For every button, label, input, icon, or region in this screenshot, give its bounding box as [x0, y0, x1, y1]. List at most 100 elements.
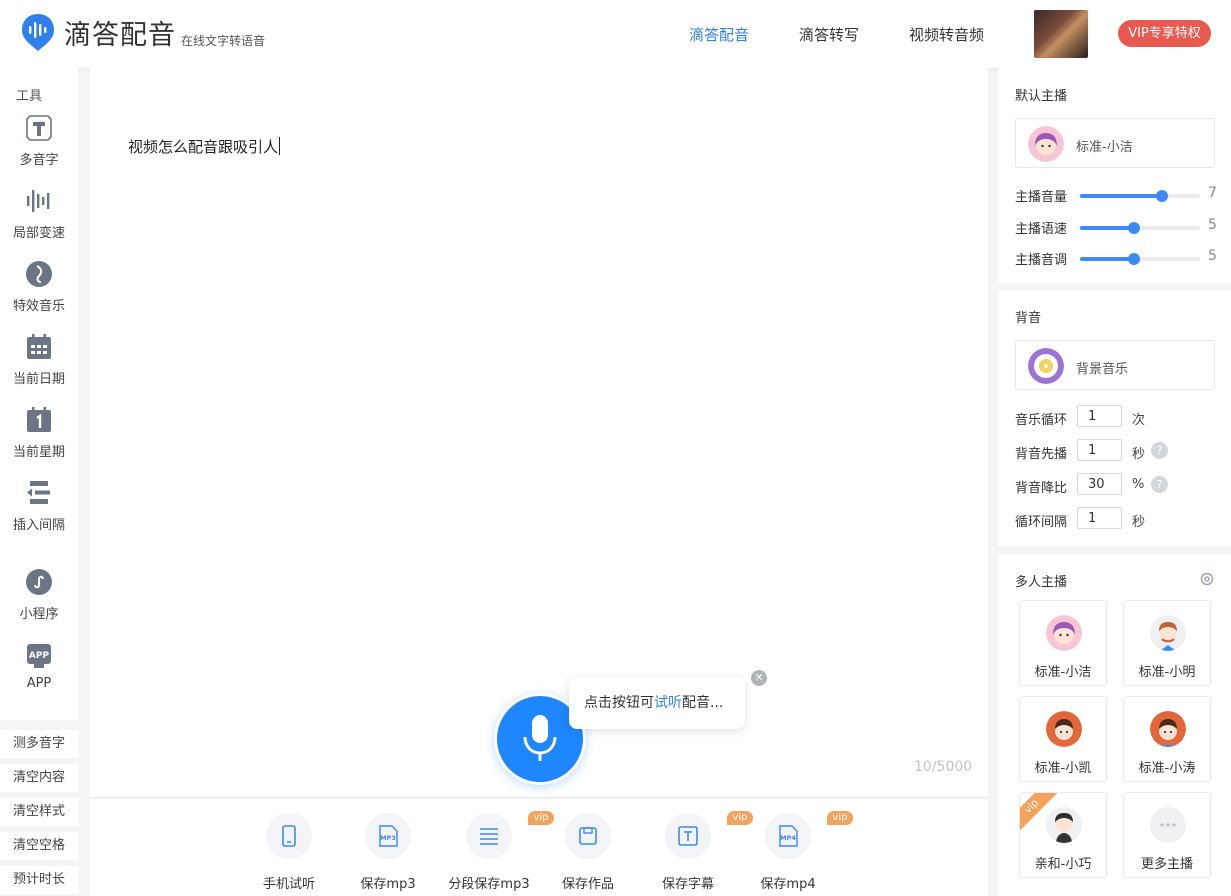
music-loop-row: 音乐循环 次 — [1015, 405, 1215, 429]
subtitle-icon — [678, 826, 698, 846]
row-unit: 秒 — [1132, 447, 1146, 462]
loop-interval-input[interactable] — [1077, 507, 1122, 529]
row-label: 循环间隔 — [1015, 515, 1068, 530]
anchor-card-xiaotao[interactable]: 标准-小涛 — [1123, 696, 1211, 782]
gear-icon[interactable] — [1199, 571, 1215, 587]
slider-value: 5 — [1208, 217, 1217, 233]
toolbar-label: 保存mp3 — [360, 877, 416, 892]
toolbar-label: 手机试听 — [262, 877, 315, 892]
tool-app[interactable]: APP APP — [0, 640, 78, 691]
tools-title: 工具 — [16, 89, 43, 104]
text-editor[interactable]: 视频怎么配音跟吸引人 10/5000 点击按钮可试听配音... ✕ — [90, 68, 988, 796]
nav-dubbing[interactable]: 滴答配音 — [689, 24, 749, 45]
music-loop-input[interactable] — [1077, 405, 1122, 427]
tool-label: 当前日期 — [12, 372, 65, 387]
clear-spaces-button[interactable]: 清空空格 — [0, 832, 78, 860]
toolbar-label: 保存字幕 — [661, 877, 714, 892]
more-icon — [1150, 807, 1186, 843]
svg-text:MP3: MP3 — [380, 834, 396, 842]
user-avatar[interactable] — [1034, 10, 1088, 58]
anchor-name: 标准-小洁 — [1076, 140, 1133, 155]
volume-ratio-input[interactable] — [1077, 473, 1122, 495]
row-unit: 次 — [1132, 413, 1146, 428]
toolbar-label: 保存作品 — [561, 877, 614, 892]
save-subtitle-button[interactable]: vip 保存字幕 — [638, 811, 753, 892]
nav-video-to-audio[interactable]: 视频转音频 — [909, 24, 984, 45]
row-label: 背音降比 — [1015, 481, 1068, 496]
help-icon[interactable]: ? — [1151, 442, 1168, 459]
anchor-card-xiaoqiao[interactable]: vip 亲和-小巧 — [1019, 792, 1107, 878]
pre-play-input[interactable] — [1077, 439, 1122, 461]
pre-play-row: 背音先播 秒 ? — [1015, 439, 1215, 463]
anchor-card-xiaojie[interactable]: 标准-小洁 — [1019, 600, 1107, 686]
tip-preview-link[interactable]: 试听 — [654, 695, 682, 711]
anchor-name: 亲和-小巧 — [1034, 857, 1092, 872]
save-mp3-button[interactable]: MP3 保存mp3 — [338, 813, 438, 892]
slider-track[interactable] — [1080, 222, 1200, 234]
pitch-slider[interactable]: 主播音调 5 — [1015, 247, 1217, 268]
tool-current-weekday[interactable]: 当前星期 — [0, 405, 78, 460]
interval-icon — [27, 481, 50, 504]
slider-track[interactable] — [1080, 190, 1200, 202]
help-icon[interactable]: ? — [1151, 476, 1168, 493]
anchor-card-xiaoming[interactable]: 标准-小明 — [1123, 600, 1211, 686]
weekday-icon — [27, 407, 51, 432]
editor-content[interactable]: 视频怎么配音跟吸引人 — [128, 136, 281, 157]
slider-label: 主播音量 — [1015, 190, 1068, 205]
toolbar-label: 保存mp4 — [760, 877, 816, 892]
default-anchor-title: 默认主播 — [1015, 89, 1068, 104]
tool-mini-program[interactable]: 小程序 — [0, 567, 78, 622]
nav-transcribe[interactable]: 滴答转写 — [799, 24, 859, 45]
volume-slider[interactable]: 主播音量 7 — [1015, 184, 1217, 205]
slider-handle[interactable] — [1128, 253, 1140, 265]
svg-text:MP4: MP4 — [780, 834, 796, 842]
app-icon: APP — [27, 644, 51, 668]
bottom-toolbar: 手机试听 MP3 保存mp3 vip 分段保存mp3 保存作品 vip 保存字幕… — [90, 798, 988, 896]
tool-effect-music[interactable]: 特效音乐 — [0, 259, 78, 314]
save-mp4-button[interactable]: MP4 vip 保存mp4 — [738, 811, 853, 892]
segment-save-mp3-button[interactable]: vip 分段保存mp3 — [439, 811, 554, 892]
volume-ratio-row: 背音降比 % ? — [1015, 473, 1215, 497]
save-work-button[interactable]: 保存作品 — [538, 813, 638, 892]
tools-sidebar: 工具 多音字 局部变速 特效音乐 当前日期 当前星期 插入间隔 小程序 APP … — [0, 68, 78, 720]
logo-icon — [22, 14, 54, 51]
anchor-avatar — [1046, 711, 1082, 747]
more-anchors-label: 更多主播 — [1140, 857, 1193, 872]
clear-content-button[interactable]: 清空内容 — [0, 764, 78, 792]
close-icon[interactable]: ✕ — [751, 670, 767, 686]
tool-label: 多音字 — [19, 153, 59, 168]
multi-anchor-panel: 多人主播 标准-小洁 标准-小明 标准-小凯 标准-小涛 vip 亲和-小巧 更… — [998, 555, 1231, 896]
row-unit: 秒 — [1132, 515, 1146, 530]
tool-insert-interval[interactable]: 插入间隔 — [0, 478, 78, 533]
tool-current-date[interactable]: 当前日期 — [0, 332, 78, 387]
tool-polyphone[interactable]: 多音字 — [0, 113, 78, 168]
default-anchor-card[interactable]: 标准-小洁 — [1015, 118, 1215, 168]
phone-preview-button[interactable]: 手机试听 — [239, 813, 339, 892]
tool-label: 当前星期 — [12, 445, 65, 460]
top-header: 滴答配音 在线文字转语音 滴答配音 滴答转写 视频转音频 VIP专享特权 — [0, 0, 1231, 68]
slider-value: 5 — [1208, 248, 1217, 264]
background-music-panel: 背音 背景音乐 音乐循环 次 背音先播 秒 ? 背音降比 % ? 循环间隔 秒 — [998, 291, 1231, 546]
anchor-avatar — [1150, 711, 1186, 747]
estimated-duration-button[interactable]: 预计时长 — [0, 866, 78, 894]
tool-label: 特效音乐 — [12, 299, 65, 314]
brand-name: 滴答配音 — [64, 20, 176, 51]
row-label: 音乐循环 — [1015, 413, 1068, 428]
default-anchor-panel: 默认主播 标准-小洁 主播音量 7 主播语速 5 主播音调 5 — [998, 68, 1231, 283]
more-anchors-card[interactable]: 更多主播 — [1123, 792, 1211, 878]
anchor-card-xiaokai[interactable]: 标准-小凯 — [1019, 696, 1107, 782]
slider-track[interactable] — [1080, 253, 1200, 265]
anchor-name: 标准-小明 — [1138, 665, 1196, 680]
speed-slider[interactable]: 主播语速 5 — [1015, 216, 1217, 237]
check-polyphone-button[interactable]: 测多音字 — [0, 730, 78, 758]
background-music-card[interactable]: 背景音乐 — [1015, 340, 1215, 390]
waveform-icon — [27, 190, 50, 212]
clear-style-button[interactable]: 清空样式 — [0, 798, 78, 826]
slider-handle[interactable] — [1128, 222, 1140, 234]
slider-label: 主播语速 — [1015, 222, 1068, 237]
loop-interval-row: 循环间隔 秒 — [1015, 507, 1215, 531]
vip-privilege-button[interactable]: VIP专享特权 — [1118, 20, 1211, 47]
tool-partial-speed[interactable]: 局部变速 — [0, 186, 78, 241]
slider-handle[interactable] — [1155, 190, 1168, 202]
tool-label: 小程序 — [19, 607, 59, 622]
